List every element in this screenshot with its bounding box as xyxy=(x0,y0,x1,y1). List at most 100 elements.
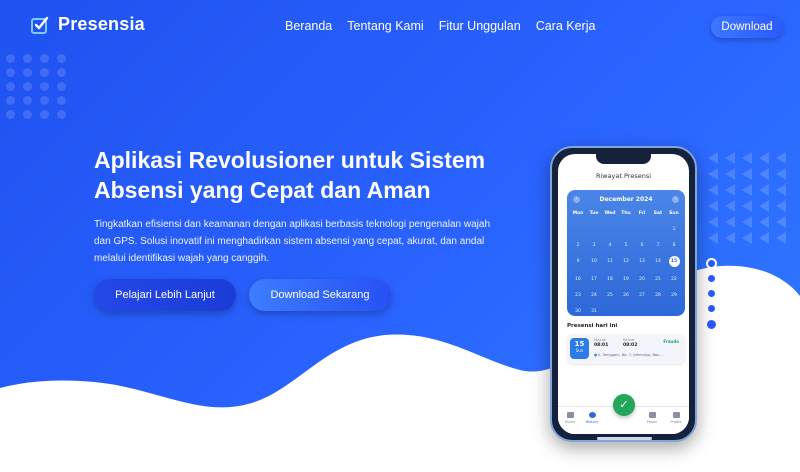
location-text: Jl. Senggani, No. 7, Jatimulyo, Bau... xyxy=(598,353,663,357)
calendar-empty-cell xyxy=(570,226,586,233)
phone-mockup: Riwayat Presensi ‹ December 2024 › Mon Tu… xyxy=(550,146,697,442)
calendar-day[interactable]: 20 xyxy=(634,276,650,283)
nav-link-cara-kerja[interactable]: Cara Kerja xyxy=(536,19,596,33)
tab-history-label: History xyxy=(585,420,599,424)
nav-link-fitur-unggulan[interactable]: Fitur Unggulan xyxy=(439,19,521,33)
slider-dot[interactable] xyxy=(708,260,715,267)
tab-home[interactable]: Home xyxy=(560,412,580,424)
calendar-month: December 2024 xyxy=(599,196,653,203)
calendar-day[interactable]: 22 xyxy=(666,276,682,283)
calendar-weekday: Sun xyxy=(669,211,679,216)
calendar-day[interactable]: 13 xyxy=(634,258,650,265)
calendar-day[interactable]: 28 xyxy=(650,292,666,299)
check-in-time: 08:01 xyxy=(594,343,609,348)
download-now-button[interactable]: Download Sekarang xyxy=(249,279,391,311)
main-menu: Beranda Tentang Kami Fitur Unggulan Cara… xyxy=(285,19,595,33)
brand-name: Presensia xyxy=(58,14,145,34)
calendar-day[interactable]: 27 xyxy=(634,292,650,299)
calendar-day[interactable]: 4 xyxy=(602,242,618,249)
check-icon: ✓ xyxy=(619,398,629,411)
calendar-day[interactable]: 9 xyxy=(570,258,586,265)
mail-icon xyxy=(648,412,656,418)
calendar-empty-cell xyxy=(634,308,650,315)
check-in-fab[interactable]: ✓ xyxy=(613,394,635,416)
tab-home-label: Home xyxy=(564,420,576,424)
attendance-card[interactable]: 15 Sun Masuk 08:01 Keluar 08:02 Fraudo ●… xyxy=(567,334,685,364)
hero-title-line-1: Aplikasi Revolusioner untuk Sistem xyxy=(94,147,486,173)
calendar-weekday: Tue xyxy=(589,211,599,216)
calendar-day[interactable]: 2 xyxy=(570,242,586,249)
check-out-label: Keluar xyxy=(623,337,635,342)
calendar-day[interactable]: 31 xyxy=(586,308,602,315)
phone-home-indicator xyxy=(597,437,652,440)
calendar-day[interactable]: 10 xyxy=(586,258,602,265)
navbar: Presensia Beranda Tentang Kami Fitur Ung… xyxy=(0,0,800,54)
chevron-right-icon[interactable]: › xyxy=(671,196,679,203)
calendar-day[interactable]: 6 xyxy=(634,242,650,249)
calendar-weekday: Sat xyxy=(653,211,663,216)
slider-dot[interactable] xyxy=(708,275,715,282)
calendar-day[interactable]: 21 xyxy=(650,276,666,283)
slider-dot[interactable] xyxy=(708,290,715,297)
tab-pesan[interactable]: Pesan xyxy=(642,412,662,424)
tab-profile-label: Profile xyxy=(670,420,682,424)
calendar-day[interactable]: 19 xyxy=(618,276,634,283)
chevron-left-icon[interactable]: ‹ xyxy=(573,196,580,203)
calendar-day[interactable]: 25 xyxy=(602,292,618,299)
calendar-day[interactable]: 15 xyxy=(668,256,680,267)
calendar-day[interactable]: 23 xyxy=(570,292,586,299)
tab-pesan-label: Pesan xyxy=(646,420,658,424)
calendar-day[interactable]: 7 xyxy=(650,242,666,249)
calendar-weekday: Wed xyxy=(604,211,616,216)
calendar-day[interactable]: 18 xyxy=(602,276,618,283)
calendar-day[interactable]: 29 xyxy=(666,292,682,299)
slider-dot-active[interactable] xyxy=(707,320,716,329)
download-button[interactable]: Download xyxy=(711,16,783,38)
nav-link-beranda[interactable]: Beranda xyxy=(285,19,332,33)
calendar-empty-cell xyxy=(666,308,682,315)
check-out-time: 08:02 xyxy=(623,343,638,348)
calendar-day[interactable]: 14 xyxy=(650,258,666,265)
hero-title-line-2: Absensi yang Cepat dan Aman xyxy=(94,177,431,203)
calendar-empty-cell xyxy=(650,308,666,315)
calendar-empty-cell xyxy=(618,308,634,315)
phone-screen: Riwayat Presensi ‹ December 2024 › Mon Tu… xyxy=(558,154,689,434)
learn-more-button[interactable]: Pelajari Lebih Lanjut xyxy=(94,279,236,311)
tab-profile[interactable]: Profile xyxy=(666,412,686,424)
user-icon xyxy=(672,412,680,418)
calendar-empty-cell xyxy=(650,226,666,233)
calendar-grid: Mon Tue Wed Thu Fri Sat Sun 1 2 3 4 5 6 7 8 9 10 11 12 13 14… xyxy=(570,210,682,315)
calendar-day[interactable]: 30 xyxy=(570,308,586,315)
history-icon xyxy=(588,412,596,418)
calendar-empty-cell xyxy=(618,226,634,233)
calendar-day[interactable]: 5 xyxy=(618,242,634,249)
calendar-day[interactable]: 8 xyxy=(666,242,682,249)
calendar-day[interactable]: 1 xyxy=(666,226,682,233)
calendar-day[interactable]: 11 xyxy=(602,258,618,265)
calendar-day[interactable]: 26 xyxy=(618,292,634,299)
hero-description: Tingkatkan efisiensi dan keamanan dengan… xyxy=(94,219,491,264)
slider-pagination xyxy=(707,260,716,329)
calendar-weekday: Thu xyxy=(621,211,631,216)
calendar-day[interactable]: 3 xyxy=(586,242,602,249)
slider-dot[interactable] xyxy=(708,305,715,312)
nav-link-tentang-kami[interactable]: Tentang Kami xyxy=(347,19,423,33)
calendar-day[interactable]: 24 xyxy=(586,292,602,299)
calendar-empty-cell xyxy=(634,226,650,233)
check-out-column: Keluar 08:02 xyxy=(623,337,637,348)
calendar-empty-cell xyxy=(586,226,602,233)
check-in-column: Masuk 08:01 xyxy=(594,337,608,348)
tab-history[interactable]: History xyxy=(582,412,602,424)
calendar-weekday: Mon xyxy=(572,211,584,216)
attendance-date-badge: 15 Sun xyxy=(570,338,589,359)
home-icon xyxy=(566,412,574,418)
attendance-day: 15 xyxy=(574,340,585,348)
brand-logo[interactable]: Presensia xyxy=(30,14,145,35)
calendar-day[interactable]: 17 xyxy=(586,276,602,283)
calendar-day[interactable]: 16 xyxy=(570,276,586,283)
check-in-label: Masuk xyxy=(594,337,607,342)
calendar-day[interactable]: 12 xyxy=(618,258,634,265)
attendance-location: ● Jl. Senggani, No. 7, Jatimulyo, Bau... xyxy=(594,353,663,357)
location-pin-icon: ● xyxy=(594,353,598,357)
hero-title: Aplikasi Revolusioner untuk Sistem Absen… xyxy=(94,145,514,205)
